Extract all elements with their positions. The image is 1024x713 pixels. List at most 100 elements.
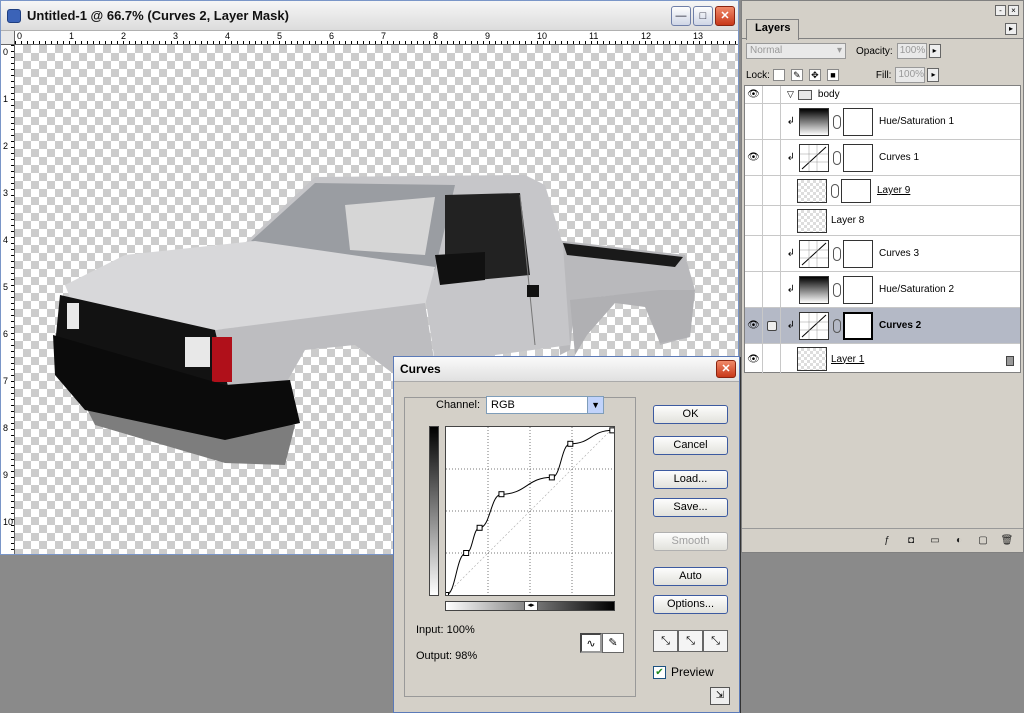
visibility-box[interactable] [745,176,763,205]
chain-link-icon[interactable] [831,183,839,198]
chain-link-icon[interactable] [833,318,841,333]
group-expand-arrow-icon[interactable]: ▽ [787,89,794,100]
link-column[interactable] [763,104,781,139]
curve-control-point[interactable] [567,440,574,447]
save-button[interactable]: Save... [653,498,728,517]
link-column[interactable] [763,86,781,103]
close-button[interactable]: ✕ [715,5,735,26]
preview-checkbox[interactable]: ✔ [653,665,666,679]
channel-select[interactable]: RGB ▼ [486,396,605,414]
curve-control-point[interactable] [476,524,483,531]
preview-option[interactable]: ✔ Preview [653,665,714,679]
curve-line[interactable] [445,429,613,596]
layer-mask-thumbnail[interactable] [843,143,873,172]
layer-row[interactable]: ↲ Hue/Saturation 1 [745,104,1020,140]
load-button[interactable]: Load... [653,470,728,489]
close-button[interactable]: ✕ [716,360,736,378]
trash-icon[interactable]: 🗑 [1001,535,1014,547]
lock-transparency-checkbox[interactable] [772,69,785,81]
layer-style-icon[interactable]: ƒ [881,535,893,547]
layer-mask-thumbnail[interactable] [843,311,873,340]
ruler-corner[interactable] [1,31,15,45]
layer-row[interactable]: 👁 ↲ Curves 1 [745,140,1020,176]
maximize-button[interactable]: □ [693,5,713,26]
blend-mode-select[interactable]: Normal [746,43,846,59]
link-column[interactable] [763,140,781,175]
palette-close-button[interactable]: × [1008,4,1019,16]
visibility-eye-icon[interactable]: 👁 [745,86,763,103]
black-eyedropper-icon[interactable]: ⤡ [653,630,678,652]
auto-button[interactable]: Auto [653,567,728,586]
layer-row[interactable]: Layer 9 [745,176,1020,206]
gray-eyedropper-icon[interactable]: ⤡ [678,630,703,652]
layer-group-body[interactable]: 👁 ▽ body [745,86,1020,104]
chevron-down-icon[interactable]: ▼ [587,397,604,413]
curves-titlebar[interactable]: Curves ✕ [394,357,739,382]
visibility-eye-icon[interactable]: 👁 [745,344,763,374]
chain-link-icon[interactable] [833,114,841,129]
cancel-button[interactable]: Cancel [653,436,728,455]
expand-dialog-icon[interactable]: ⇲ [710,687,730,705]
link-column[interactable] [763,206,781,235]
palette-titlebar[interactable]: - × [742,1,1023,19]
layer-mask-edit-icon[interactable] [763,308,781,343]
opacity-slider-arrow-icon[interactable]: ▸ [928,44,941,58]
minimize-button[interactable]: — [671,5,691,26]
curve-control-point[interactable] [609,427,616,434]
visibility-box[interactable] [745,206,763,235]
new-layer-icon[interactable]: ▢ [977,535,989,547]
layer-mask-thumbnail[interactable] [843,239,873,268]
curve-plot[interactable] [443,426,616,598]
layer-name: Curves 1 [879,152,920,163]
horizontal-ruler[interactable]: 0 1 2 3 4 5 6 7 8 9 10 11 12 13 [15,31,738,45]
curve-control-point[interactable] [443,592,449,598]
layer-row-selected[interactable]: 👁 ↲ Curves 2 [745,308,1020,344]
layer-mask-thumbnail[interactable] [843,107,873,136]
input-value: 100% [446,624,475,636]
fill-field[interactable]: 100% [895,67,926,83]
visibility-box[interactable] [745,104,763,139]
vertical-ruler[interactable]: 0 1 2 3 4 5 6 7 8 9 10 [1,45,15,554]
chain-link-icon[interactable] [833,246,841,261]
palette-minimize-button[interactable]: - [995,4,1006,16]
lock-position-icon[interactable]: ✥ [808,69,821,81]
opacity-field[interactable]: 100% [896,43,927,59]
ok-button[interactable]: OK [653,405,728,424]
document-titlebar[interactable]: Untitled-1 @ 66.7% (Curves 2, Layer Mask… [1,1,738,31]
visibility-eye-icon[interactable]: 👁 [745,308,763,343]
curve-control-point[interactable] [463,550,470,556]
link-column[interactable] [763,236,781,271]
chain-link-icon[interactable] [833,150,841,165]
lock-pixels-icon[interactable]: ✎ [790,69,803,81]
gradient-direction-toggle[interactable]: ◂▸ [524,601,538,611]
curve-control-point[interactable] [498,491,505,498]
layer-row[interactable]: Layer 8 [745,206,1020,236]
tab-layers[interactable]: Layers [746,19,800,40]
new-group-icon[interactable]: ▭ [929,535,941,547]
link-column[interactable] [763,272,781,307]
pencil-tool-icon[interactable]: ✎ [602,633,624,653]
layer-mask-thumbnail[interactable] [843,275,873,304]
smooth-button[interactable]: Smooth [653,532,728,551]
layer-row[interactable]: 👁 Layer 1 [745,344,1020,374]
layer-row[interactable]: ↲ Curves 3 [745,236,1020,272]
curve-control-point[interactable] [548,474,555,481]
add-mask-icon[interactable]: ◘ [905,535,917,547]
lock-all-icon[interactable]: ■ [826,69,839,81]
white-eyedropper-icon[interactable]: ⤡ [703,630,728,652]
curve-point-tool-icon[interactable]: ∿ [580,633,602,653]
layer-mask-thumbnail[interactable] [841,178,871,203]
visibility-box[interactable] [745,272,763,307]
visibility-eye-icon[interactable]: 👁 [745,140,763,175]
visibility-box[interactable] [745,236,763,271]
link-column[interactable] [763,176,781,205]
chain-link-icon[interactable] [833,282,841,297]
fill-slider-arrow-icon[interactable]: ▸ [927,68,940,82]
layer-row[interactable]: ↲ Hue/Saturation 2 [745,272,1020,308]
palette-menu-arrow-icon[interactable]: ▸ [1005,23,1017,35]
adjustment-layer-icon[interactable]: ◐ [953,535,965,547]
options-button[interactable]: Options... [653,595,728,614]
layer-name: Layer 9 [877,185,911,196]
link-column[interactable] [763,344,781,374]
curve-graph[interactable] [443,426,616,598]
